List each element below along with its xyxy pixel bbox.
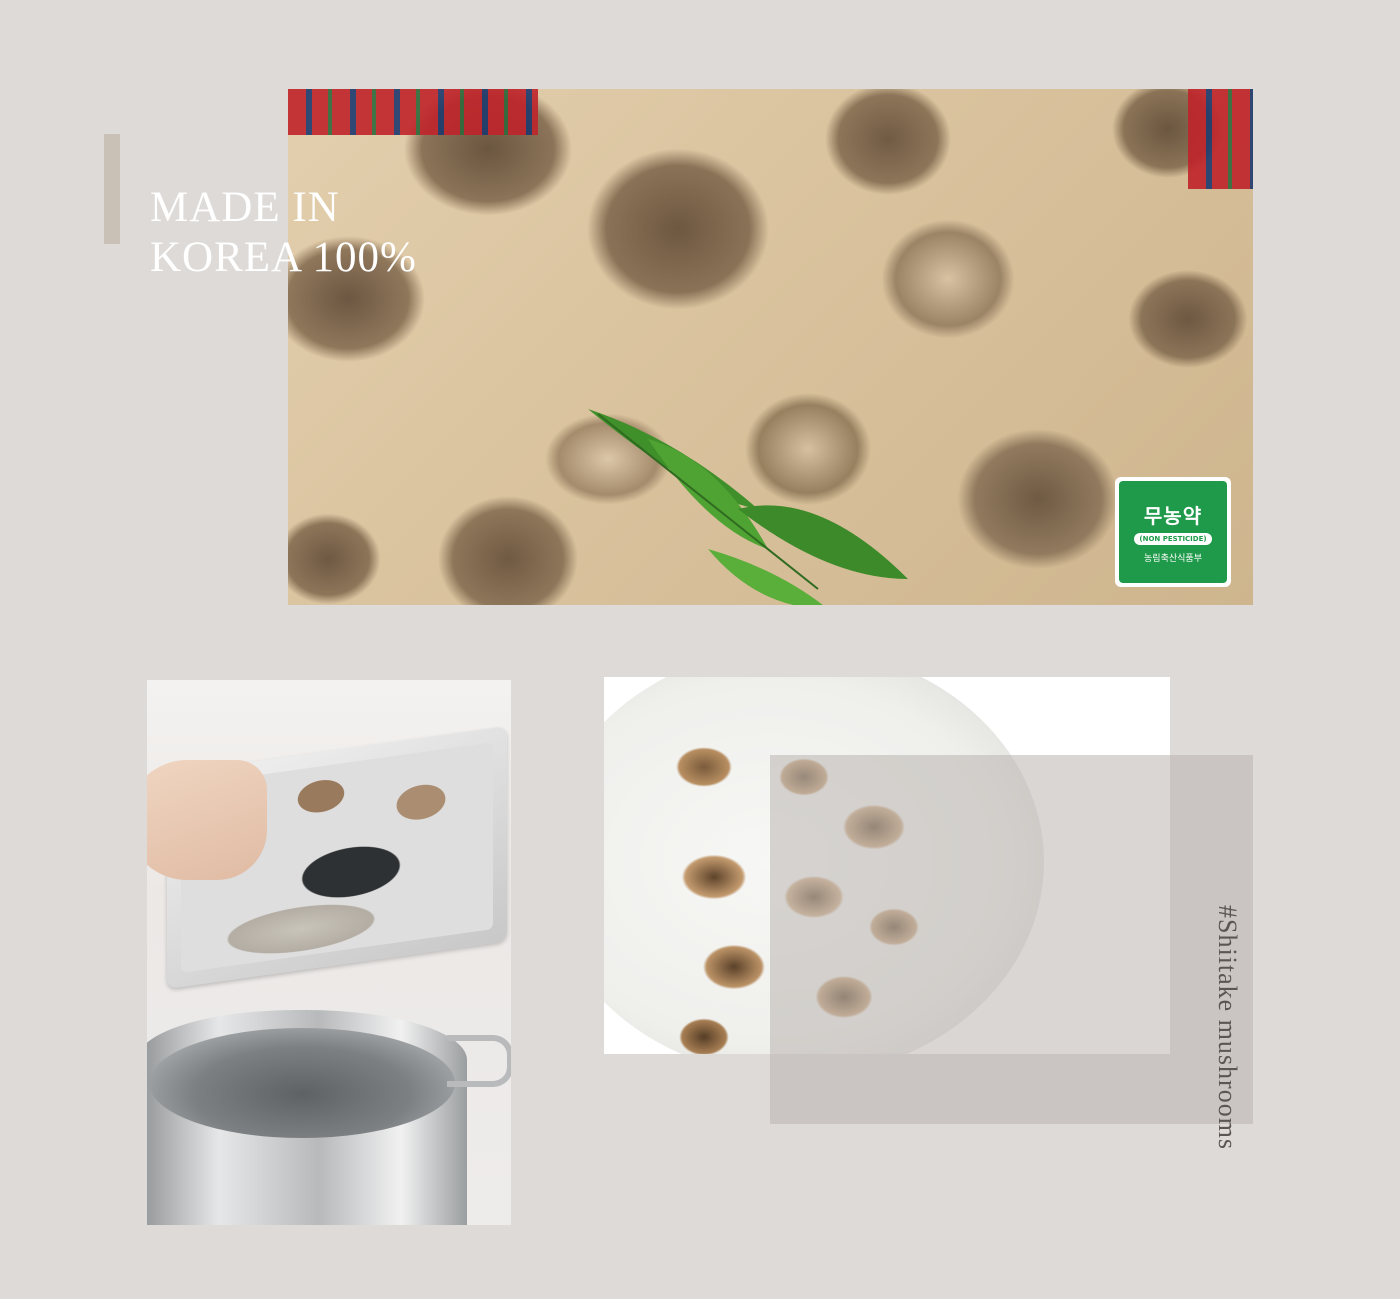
hero-photo-shiitake-mushrooms: 무농약 (NON PESTICIDE) 농림축산식품부 (288, 89, 1253, 605)
badge-english-label: (NON PESTICIDE) (1134, 533, 1212, 545)
headline-line-1: MADE IN (150, 184, 340, 231)
headline: MADE IN KOREA 100% (150, 183, 417, 283)
non-pesticide-certification-badge: 무농약 (NON PESTICIDE) 농림축산식품부 (1115, 477, 1231, 587)
hand (147, 760, 267, 880)
badge-korean-label: 무농약 (1143, 504, 1203, 528)
chestnut-leaves-illustration (588, 409, 908, 605)
shiitake-caption: #Shiitake mushrooms (1213, 905, 1242, 1151)
pot-handle (447, 1035, 511, 1087)
accent-bar (104, 134, 120, 244)
tartan-cloth-right (1188, 89, 1253, 189)
cooking-stock-photo (147, 680, 511, 1225)
tartan-cloth-left (288, 89, 538, 135)
translucent-overlay-box (770, 755, 1253, 1124)
badge-ministry-label: 농림축산식품부 (1144, 554, 1202, 564)
headline-line-2: KOREA 100% (150, 234, 417, 281)
stock-pot (147, 1010, 467, 1225)
